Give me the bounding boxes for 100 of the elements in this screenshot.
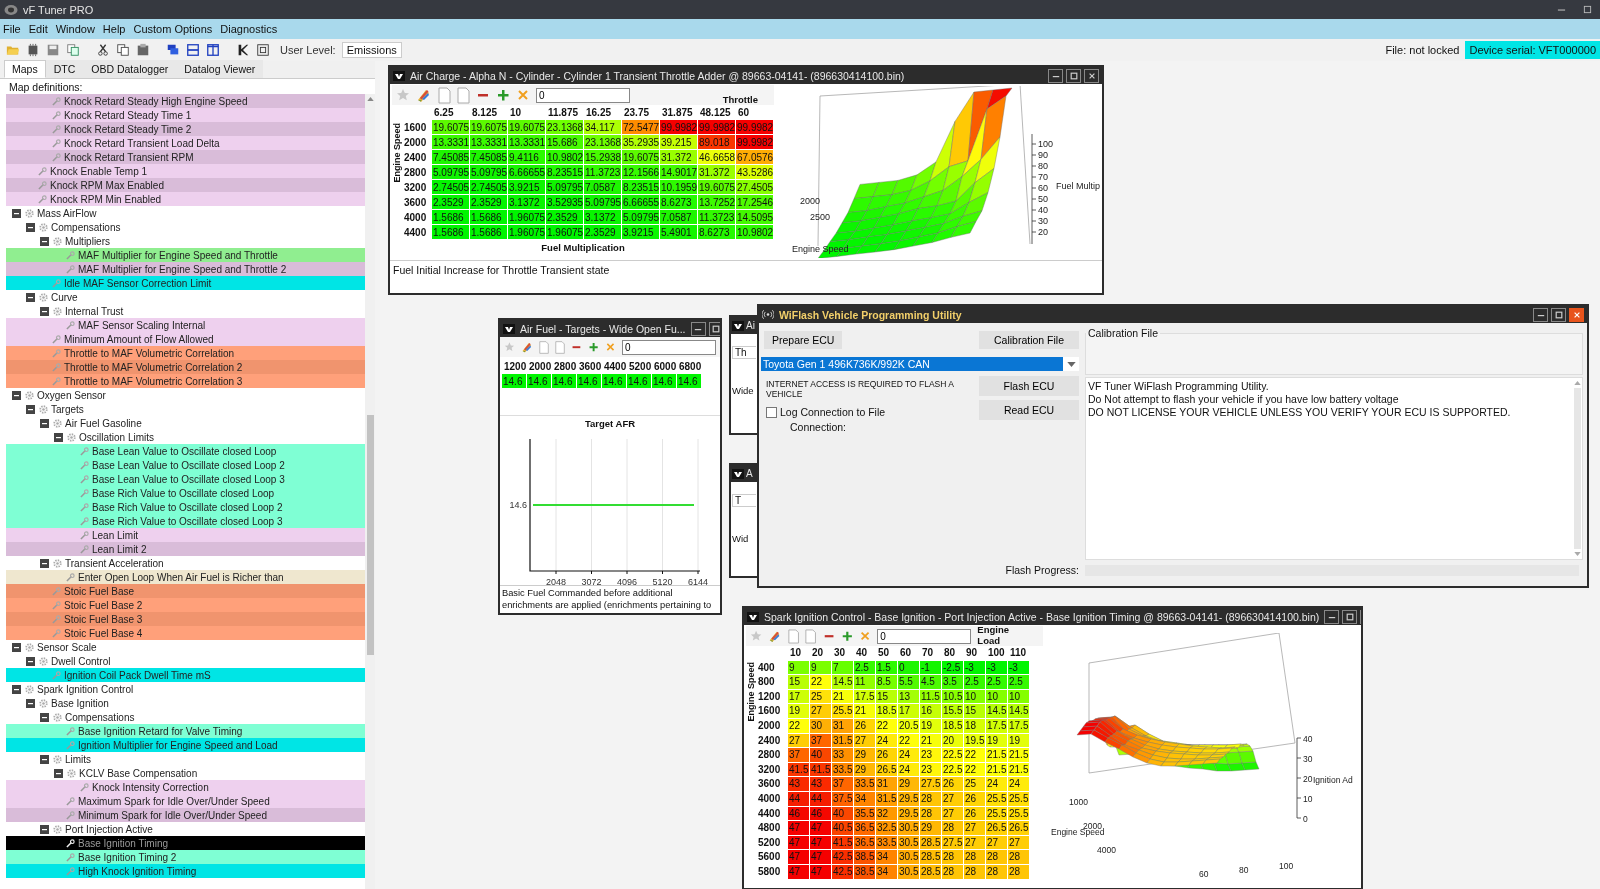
table-cell[interactable]: 43 [810, 777, 832, 792]
star-icon[interactable] [396, 88, 410, 102]
table-cell[interactable]: 8.23515 [622, 180, 660, 195]
table-cell[interactable]: 38.5 [854, 850, 876, 865]
palette-icon[interactable] [416, 87, 432, 103]
table-cell[interactable]: 47 [788, 821, 810, 836]
table-cell[interactable]: 99.9982 [736, 120, 774, 135]
tab[interactable]: Datalog Viewer [176, 60, 264, 78]
table-cell[interactable]: 28 [1008, 850, 1030, 865]
table-cell[interactable]: 2.5 [986, 675, 1008, 690]
tree-item[interactable]: Throttle to MAF Volumetric Correlation 2 [6, 360, 365, 374]
scroll-up-icon[interactable] [366, 97, 374, 101]
table-cell[interactable]: 43 [788, 777, 810, 792]
tree-item[interactable]: Base Rich Value to Oscillate closed Loop 3 [6, 514, 365, 528]
table-cell[interactable]: 1.5686 [432, 225, 470, 240]
table-cell[interactable]: 17.2546 [736, 195, 774, 210]
table-cell[interactable]: 13.3331 [508, 135, 546, 150]
collapse-icon[interactable] [26, 698, 35, 708]
table-cell[interactable]: 47 [810, 850, 832, 865]
table-cell[interactable]: 27 [810, 704, 832, 719]
table-cell[interactable]: 14.6 [577, 374, 602, 389]
table-cell[interactable]: 3.5 [942, 675, 964, 690]
collapse-icon[interactable] [12, 684, 21, 694]
tree-item[interactable]: Knock Retard Steady High Engine Speed [6, 94, 365, 108]
tree-item[interactable]: Knock RPM Max Enabled [6, 178, 365, 192]
table-cell[interactable]: 37 [832, 777, 854, 792]
fit-icon[interactable] [256, 43, 270, 57]
tree-item[interactable]: MAF Multiplier for Engine Speed and Throttle 2 [6, 262, 365, 276]
minimize-button[interactable] [1324, 609, 1340, 624]
value-input[interactable]: 0 [877, 628, 972, 644]
table-cell[interactable]: 33 [832, 748, 854, 763]
table-cell[interactable]: 8.6273 [698, 225, 736, 240]
table-cell[interactable]: 11.3723 [698, 210, 736, 225]
table-cell[interactable]: 26.5 [1008, 821, 1030, 836]
maximize-button[interactable] [1066, 68, 1081, 83]
menu-item[interactable]: Diagnostics [217, 23, 283, 35]
collapse-icon[interactable] [12, 642, 21, 652]
scrollbar[interactable] [365, 94, 375, 889]
tree-item[interactable]: Throttle to MAF Volumetric Correlation 3 [6, 374, 365, 388]
checkbox[interactable] [766, 406, 777, 418]
tab[interactable]: OBD Datalogger [83, 60, 177, 78]
table-cell[interactable]: 7.0587 [584, 180, 622, 195]
table-cell[interactable]: 8.5 [876, 675, 898, 690]
table-cell[interactable]: 14.5 [832, 675, 854, 690]
table-cell[interactable]: 14.9017 [660, 165, 698, 180]
table-cell[interactable]: 3.1372 [584, 210, 622, 225]
table-cell[interactable]: 47 [810, 821, 832, 836]
table-cell[interactable]: 27.4505 [736, 180, 774, 195]
tree-folder[interactable]: Compensations [6, 220, 365, 234]
table-cell[interactable]: 42.5 [832, 850, 854, 865]
table-cell[interactable]: 6.66655 [508, 165, 546, 180]
collapse-icon[interactable] [54, 432, 63, 442]
table-cell[interactable]: 2.3529 [546, 210, 584, 225]
table-cell[interactable]: 2.5 [964, 675, 986, 690]
tree-folder[interactable]: Limits [6, 752, 365, 766]
table-cell[interactable]: 47 [788, 850, 810, 865]
table-cell[interactable]: 7.45085 [432, 150, 470, 165]
tree-item[interactable]: High Knock Ignition Timing [6, 864, 365, 878]
table-cell[interactable]: 3.9215 [622, 225, 660, 240]
table-cell[interactable]: 15.686 [546, 135, 584, 150]
table-cell[interactable]: 5.5 [898, 675, 920, 690]
menu-item[interactable]: Help [99, 23, 131, 35]
tree-folder[interactable]: Targets [6, 402, 365, 416]
tree-item[interactable]: Knock Retard Transient RPM [6, 150, 365, 164]
tree-folder[interactable]: Air Fuel Gasoline [6, 416, 365, 430]
plus-icon[interactable] [588, 340, 600, 354]
tree-item[interactable]: Stoic Fuel Base [6, 584, 365, 598]
table-cell[interactable]: 28.5 [920, 850, 942, 865]
table-cell[interactable]: 2.74505 [470, 180, 508, 195]
minimize-button[interactable] [1048, 68, 1063, 83]
table-cell[interactable]: 21.5 [1008, 748, 1030, 763]
table-cell[interactable]: 3.1372 [508, 195, 546, 210]
tree-folder[interactable]: Oscillation Limits [6, 430, 365, 444]
table-cell[interactable]: 34 [876, 850, 898, 865]
table-cell[interactable]: 99.9982 [698, 120, 736, 135]
tree-item[interactable]: Stoic Fuel Base 4 [6, 626, 365, 640]
table-cell[interactable]: 14.6 [527, 374, 552, 389]
table-cell[interactable]: 35.2935 [622, 135, 660, 150]
prepare-ecu-button[interactable]: Prepare ECU [764, 331, 843, 349]
tab[interactable]: DTC [45, 60, 84, 78]
menu-item[interactable]: Edit [25, 23, 53, 35]
table-cell[interactable]: 14.6 [652, 374, 677, 389]
table-cell[interactable]: 14.6 [502, 374, 527, 389]
table-cell[interactable]: 1.96075 [508, 210, 546, 225]
collapse-icon[interactable] [12, 208, 21, 218]
tree-folder[interactable]: Oxygen Sensor [6, 388, 365, 402]
tree-folder[interactable]: Dwell Control [6, 654, 365, 668]
table-cell[interactable]: 28 [942, 821, 964, 836]
table-cell[interactable]: 40.5 [832, 821, 854, 836]
tree-folder[interactable]: Port Injection Active [6, 822, 365, 836]
table-cell[interactable]: 1.5686 [470, 225, 508, 240]
tree-item[interactable]: Base Ignition Timing 2 [6, 850, 365, 864]
table-cell[interactable]: 21 [854, 704, 876, 719]
tree-folder[interactable]: Mass AirFlow [6, 206, 365, 220]
table-cell[interactable]: 31 [876, 777, 898, 792]
tree-folder[interactable]: Internal Trust [6, 304, 365, 318]
tree-folder[interactable]: Spark Ignition Control [6, 682, 365, 696]
table-cell[interactable]: 99.9982 [736, 135, 774, 150]
table-cell[interactable]: 72.5477 [622, 120, 660, 135]
collapse-icon[interactable] [40, 824, 49, 834]
